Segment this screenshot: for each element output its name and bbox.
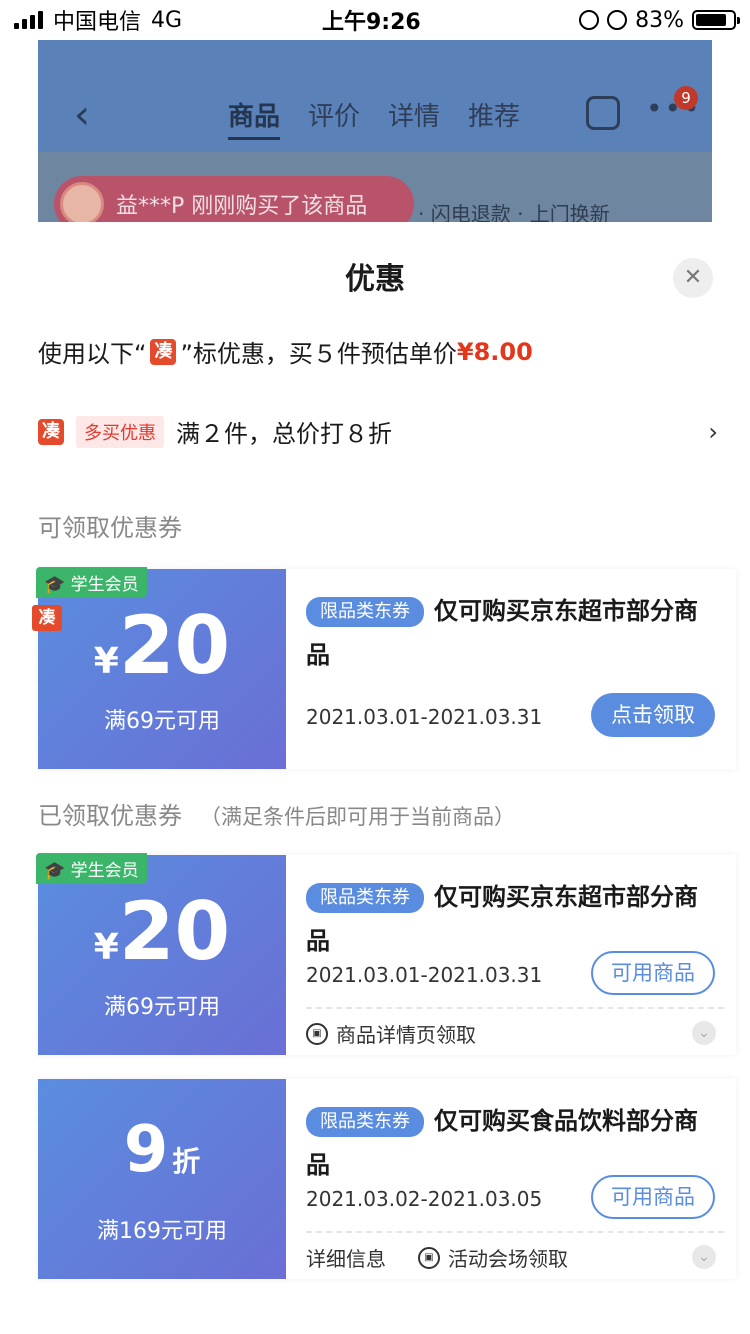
coupon-type-tag: 限品类东券 bbox=[306, 1107, 424, 1137]
estimated-price: ¥8.00 bbox=[456, 337, 533, 366]
clock: 上午9:26 bbox=[322, 10, 421, 35]
claimed-note: （满足条件后即可用于当前商品） bbox=[200, 805, 515, 829]
coupon-type-tag: 限品类东券 bbox=[306, 597, 424, 627]
tab-product[interactable]: 商品 bbox=[228, 96, 281, 140]
coupon-amount: ¥20 bbox=[38, 599, 286, 692]
coupon-info: 限品类东券 仅可购买食品饮料部分商品 bbox=[306, 1099, 718, 1187]
divider bbox=[306, 1231, 724, 1233]
expand-icon[interactable]: ⌄ bbox=[692, 1245, 716, 1269]
battery-icon bbox=[692, 10, 740, 30]
share-icon[interactable] bbox=[586, 96, 620, 130]
amount: 9 bbox=[123, 1113, 169, 1187]
top-nav: ‹ 商品 评价 详情 推荐 ••• 9 bbox=[38, 40, 712, 152]
tab-details[interactable]: 详情 bbox=[388, 96, 440, 140]
coupon-date: 2021.03.01-2021.03.31 bbox=[306, 705, 543, 729]
avatar bbox=[60, 182, 104, 226]
coupon-value-panel: 🎓 学生会员 凑 ¥20 满69元可用 bbox=[32, 567, 286, 769]
badge-label: 学生会员 bbox=[70, 861, 139, 881]
source-text: 活动会场领取 bbox=[448, 1247, 568, 1271]
chevron-right-icon: › bbox=[708, 417, 718, 446]
multi-buy-label: 多买优惠 bbox=[76, 415, 164, 448]
ticket-icon: ▣ bbox=[418, 1246, 440, 1269]
network: 4G bbox=[151, 7, 183, 33]
sheet-title: 优惠 bbox=[345, 262, 405, 297]
coupon-info: 限品类东券 仅可购买京东超市部分商品 bbox=[306, 875, 718, 963]
rotation-lock-icon bbox=[579, 10, 600, 30]
expand-icon[interactable]: ⌄ bbox=[692, 1021, 716, 1045]
coupon-source: 详细信息 ▣ 活动会场领取 bbox=[306, 1243, 568, 1272]
coupon-value-panel: 🎓 学生会员 ¥20 满69元可用 bbox=[32, 853, 286, 1055]
coupon-value-panel: 9折 满169元可用 bbox=[32, 1079, 286, 1279]
coupon-date: 2021.03.01-2021.03.31 bbox=[306, 963, 543, 987]
battery-percent: 83% bbox=[635, 7, 684, 33]
coupon-card: 🎓 学生会员 凑 ¥20 满69元可用 限品类东券 仅可购买京东超市部分商品 20… bbox=[32, 567, 736, 769]
discount-unit: 折 bbox=[172, 1145, 201, 1178]
combo-tag: 凑 bbox=[150, 338, 177, 365]
currency: ¥ bbox=[93, 927, 119, 968]
ticket-icon: ▣ bbox=[306, 1022, 328, 1045]
coupon-condition: 满69元可用 bbox=[104, 709, 220, 734]
amount: 20 bbox=[118, 885, 231, 978]
back-arrow-icon[interactable]: ‹ bbox=[74, 92, 90, 138]
coupon-info: 限品类东券 仅可购买京东超市部分商品 bbox=[306, 589, 718, 677]
multi-buy-text: 满２件，总价打８折 bbox=[176, 420, 392, 448]
coupon-condition: 满69元可用 bbox=[104, 995, 220, 1020]
source-text: 商品详情页领取 bbox=[336, 1023, 476, 1047]
coupon-card: 9折 满169元可用 限品类东券 仅可购买食品饮料部分商品 2021.03.02-… bbox=[32, 1079, 736, 1279]
tab-reviews[interactable]: 评价 bbox=[308, 96, 360, 140]
claim-button[interactable]: 点击领取 bbox=[591, 693, 715, 737]
discount-sheet: 优惠 ✕ 使用以下“ 凑 ”标优惠，买５件预估单价 ¥8.00 凑 多买优惠 满… bbox=[0, 222, 750, 1334]
summary-suffix: ”标优惠，买５件预估单价 bbox=[180, 340, 457, 368]
available-coupons-title: 可领取优惠券 bbox=[38, 514, 182, 542]
divider bbox=[306, 1007, 724, 1009]
coupon-amount: 9折 bbox=[38, 1113, 286, 1187]
summary-prefix: 使用以下“ bbox=[38, 340, 147, 368]
discount-summary: 使用以下“ 凑 ”标优惠，买５件预估单价 ¥8.00 bbox=[38, 334, 533, 369]
buyer-text: 益***P 刚刚购买了该商品 bbox=[116, 194, 368, 219]
student-member-badge: 🎓 学生会员 bbox=[36, 567, 147, 598]
coupon-card: 🎓 学生会员 ¥20 满69元可用 限品类东券 仅可购买京东超市部分商品 2021… bbox=[32, 853, 736, 1055]
claimed-coupons-title: 已领取优惠券 （满足条件后即可用于当前商品） bbox=[38, 796, 515, 831]
multi-buy-row[interactable]: 凑 多买优惠 满２件，总价打８折 › bbox=[38, 414, 718, 449]
coupon-amount: ¥20 bbox=[38, 885, 286, 978]
coupon-source: ▣ 商品详情页领取 bbox=[306, 1019, 476, 1048]
close-icon: ✕ bbox=[683, 265, 703, 290]
currency: ¥ bbox=[93, 641, 119, 682]
status-bar: 中国电信 4G 上午9:26 83% bbox=[0, 0, 750, 40]
coupon-condition: 满169元可用 bbox=[97, 1219, 227, 1244]
message-badge: 9 bbox=[674, 86, 698, 110]
coupon-type-tag: 限品类东券 bbox=[306, 883, 424, 913]
signal-icon bbox=[14, 11, 43, 29]
usable-products-button[interactable]: 可用商品 bbox=[591, 1175, 715, 1219]
detail-info-link[interactable]: 详细信息 bbox=[306, 1243, 386, 1272]
claimed-title-text: 已领取优惠券 bbox=[38, 802, 182, 830]
amount: 20 bbox=[118, 599, 231, 692]
tab-recommend[interactable]: 推荐 bbox=[468, 96, 520, 140]
product-page-background: ‹ 商品 评价 详情 推荐 ••• 9 益***P 刚刚购买了该商品 · 闪电退… bbox=[38, 40, 712, 242]
student-member-badge: 🎓 学生会员 bbox=[36, 853, 147, 884]
alarm-icon bbox=[607, 10, 628, 30]
coupon-date: 2021.03.02-2021.03.05 bbox=[306, 1187, 543, 1211]
close-button[interactable]: ✕ bbox=[673, 258, 713, 298]
usable-products-button[interactable]: 可用商品 bbox=[591, 951, 715, 995]
badge-label: 学生会员 bbox=[70, 575, 139, 595]
carrier: 中国电信 bbox=[53, 10, 142, 35]
combo-tag: 凑 bbox=[38, 418, 64, 445]
